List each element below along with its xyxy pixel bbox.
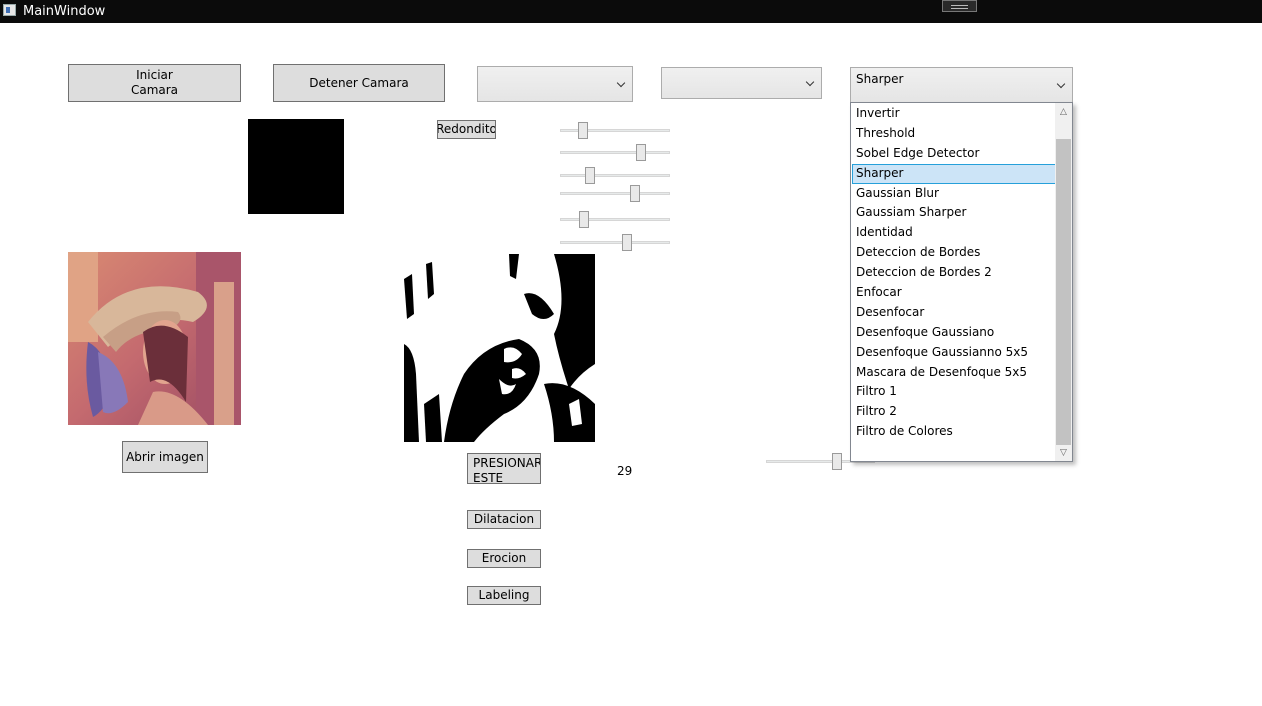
slider-thumb[interactable] [579, 211, 590, 228]
combo-box-1[interactable] [477, 66, 633, 102]
presionar-este-button[interactable]: PRESIONAR ESTE [467, 453, 541, 484]
slider-thumb[interactable] [622, 234, 633, 251]
camera-preview-box [248, 119, 344, 214]
dilatacion-button[interactable]: Dilatacion [467, 510, 541, 529]
dropdown-option[interactable]: Mascara de Desenfoque 5x5 [852, 363, 1056, 383]
scroll-up-icon[interactable]: △ [1055, 103, 1072, 120]
dropdown-option[interactable]: Sobel Edge Detector [852, 144, 1056, 164]
title-bar: MainWindow [0, 0, 1262, 23]
slider-thumb[interactable] [584, 167, 595, 184]
slider-3[interactable] [560, 166, 670, 186]
abrir-imagen-button[interactable]: Abrir imagen [122, 441, 208, 473]
iniciar-camara-button[interactable]: Iniciar Camara [68, 64, 241, 102]
dropdown-option[interactable]: Invertir [852, 104, 1056, 124]
window-title: MainWindow [23, 4, 106, 19]
dropdown-option[interactable]: Identidad [852, 223, 1056, 243]
dropdown-option[interactable]: Filtro de Colores [852, 422, 1056, 442]
dropdown-option[interactable]: Gaussian Blur [852, 184, 1056, 204]
slider-thumb[interactable] [578, 122, 589, 139]
combo-box-2[interactable] [661, 67, 822, 99]
slider-6[interactable] [560, 233, 670, 253]
dropdown-option[interactable]: Desenfocar [852, 303, 1056, 323]
dropdown-items: Invertir Threshold Sobel Edge Detector Shar… [852, 104, 1056, 442]
erocion-button[interactable]: Erocion [467, 549, 541, 568]
slider-thumb[interactable] [629, 185, 640, 202]
slider-1[interactable] [560, 121, 670, 141]
scroll-down-icon[interactable]: ▽ [1055, 444, 1072, 461]
labeling-button[interactable]: Labeling [467, 586, 541, 605]
dropdown-option[interactable]: Filtro 2 [852, 402, 1056, 422]
original-photo [68, 252, 241, 425]
dropdown-option[interactable]: Deteccion de Bordes 2 [852, 263, 1056, 283]
filter-combo-value: Sharper [856, 72, 904, 86]
maximize-icon[interactable] [942, 0, 977, 12]
dropdown-option[interactable]: Gaussiam Sharper [852, 203, 1056, 223]
processed-image [404, 254, 595, 442]
dropdown-option[interactable]: Sharper [852, 163, 1056, 184]
dropdown-option[interactable]: Deteccion de Bordes [852, 243, 1056, 263]
slider-5[interactable] [560, 210, 670, 230]
scrollbar-thumb[interactable] [1056, 139, 1071, 445]
window-app-icon [3, 4, 16, 16]
slider-4[interactable] [560, 184, 670, 204]
detener-camara-button[interactable]: Detener Camara [273, 64, 445, 102]
dropdown-option[interactable]: Enfocar [852, 283, 1056, 303]
slider-thumb[interactable] [636, 144, 647, 161]
dropdown-scrollbar[interactable]: △ ▽ [1055, 103, 1072, 461]
chevron-down-icon [1056, 79, 1066, 89]
slider-2[interactable] [560, 143, 670, 163]
chevron-down-icon [805, 77, 815, 87]
value-label: 29 [617, 464, 633, 478]
chevron-down-icon [616, 78, 626, 88]
filter-combo-box[interactable]: Sharper [850, 67, 1073, 103]
dropdown-option[interactable]: Threshold [852, 124, 1056, 144]
filter-dropdown-list[interactable]: Invertir Threshold Sobel Edge Detector Shar… [850, 102, 1073, 462]
dropdown-option[interactable]: Desenfoque Gaussianno 5x5 [852, 343, 1056, 363]
redondito-button[interactable]: Redondito [437, 120, 496, 139]
slider-thumb[interactable] [831, 453, 842, 470]
dropdown-option[interactable]: Desenfoque Gaussiano [852, 323, 1056, 343]
dropdown-option[interactable]: Filtro 1 [852, 382, 1056, 402]
